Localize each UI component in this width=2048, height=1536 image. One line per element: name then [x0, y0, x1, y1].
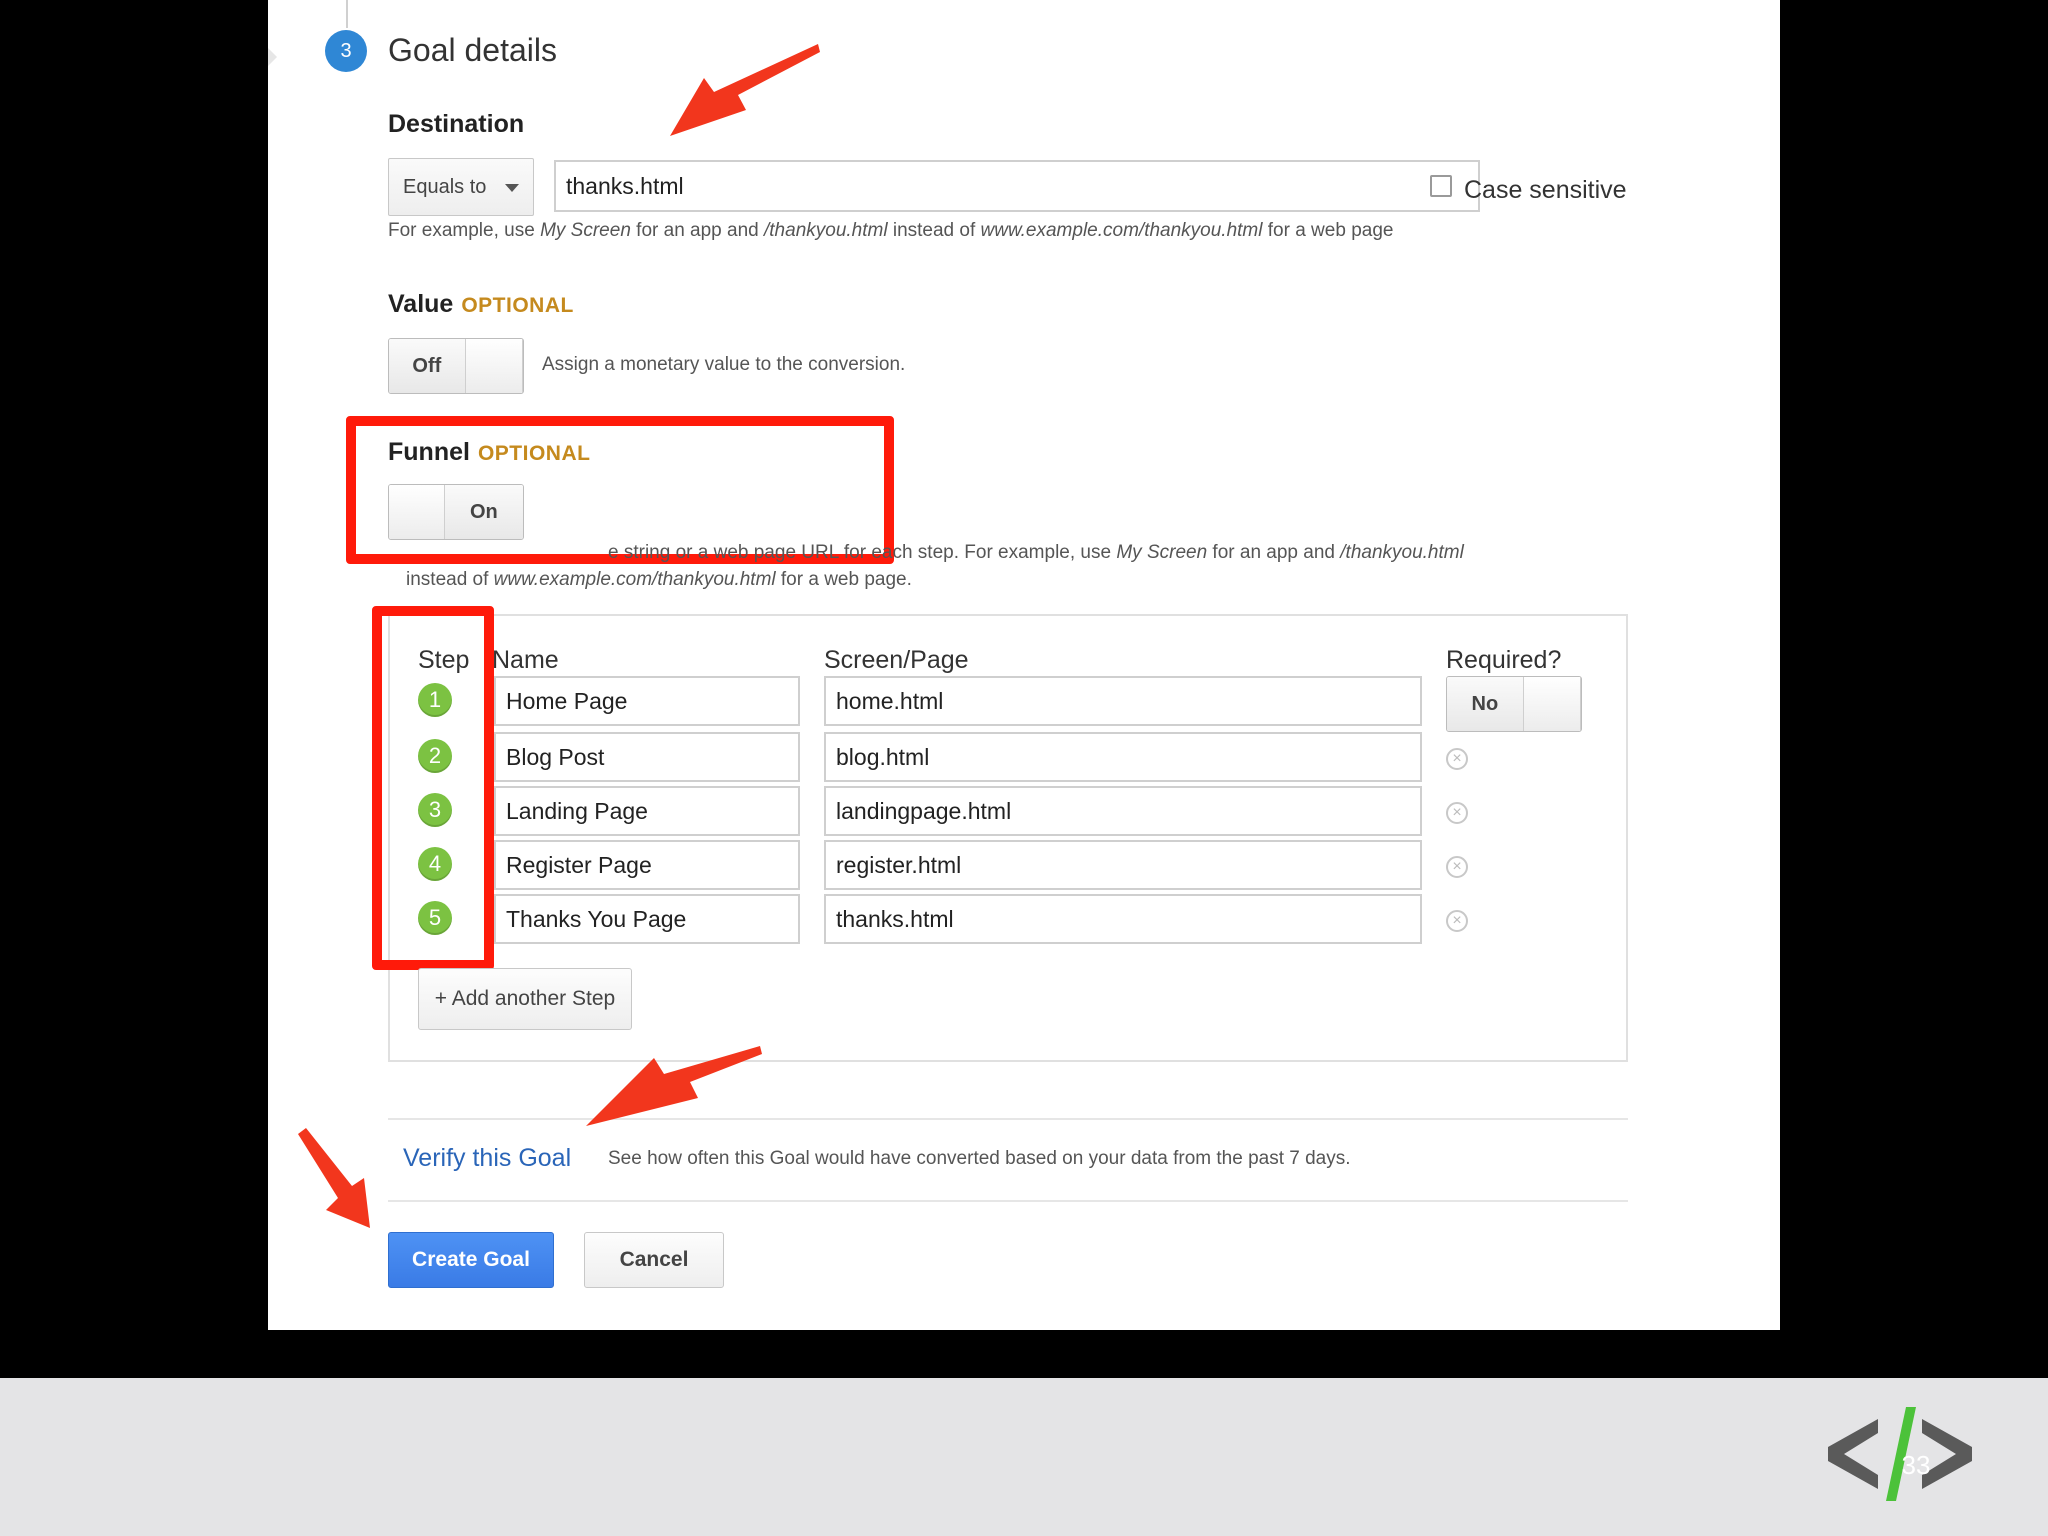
- annotation-arrows: [298, 44, 820, 1228]
- slide-footer: [0, 1378, 2048, 1536]
- goal-details-panel: 3 Goal details Destination Equals to Cas…: [268, 0, 1780, 1330]
- arrow-icon: [298, 1128, 370, 1228]
- page-number: 33: [1901, 1450, 1931, 1480]
- arrow-icon: [670, 44, 820, 136]
- arrow-icon: [586, 1046, 762, 1126]
